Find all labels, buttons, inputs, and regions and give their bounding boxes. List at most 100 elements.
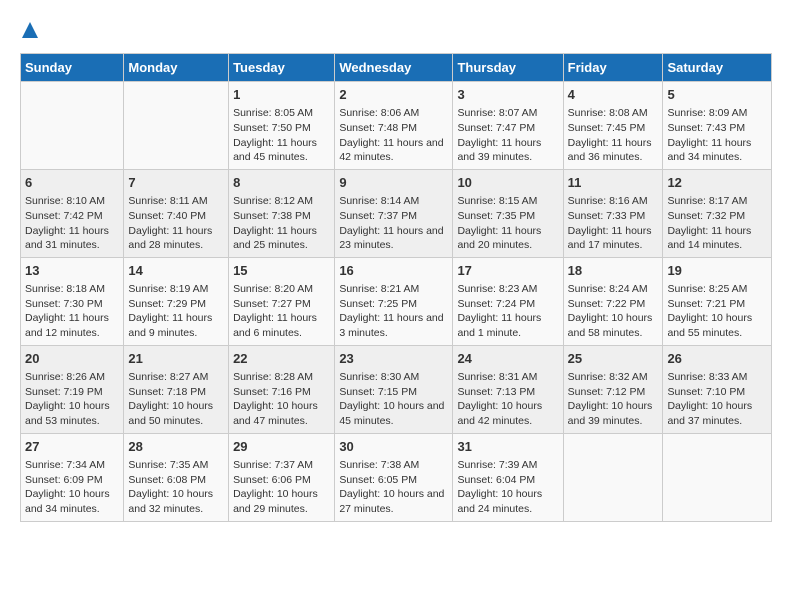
- day-number: 13: [25, 262, 119, 280]
- cell-content: Sunrise: 8:32 AM Sunset: 7:12 PM Dayligh…: [568, 370, 659, 429]
- cell-content: Sunrise: 8:24 AM Sunset: 7:22 PM Dayligh…: [568, 282, 659, 341]
- day-number: 14: [128, 262, 224, 280]
- calendar-cell: 20 Sunrise: 8:26 AM Sunset: 7:19 PM Dayli…: [21, 345, 124, 433]
- calendar-cell: 3 Sunrise: 8:07 AM Sunset: 7:47 PM Daylig…: [453, 82, 563, 170]
- page-header: [20, 20, 772, 43]
- cell-content: Sunrise: 8:31 AM Sunset: 7:13 PM Dayligh…: [457, 370, 558, 429]
- logo-icon: [22, 22, 38, 38]
- cell-content: Sunrise: 8:06 AM Sunset: 7:48 PM Dayligh…: [339, 106, 448, 165]
- calendar-cell: [21, 82, 124, 170]
- cell-content: Sunrise: 8:12 AM Sunset: 7:38 PM Dayligh…: [233, 194, 330, 253]
- calendar-cell: 14 Sunrise: 8:19 AM Sunset: 7:29 PM Dayli…: [124, 257, 229, 345]
- header-cell-sunday: Sunday: [21, 54, 124, 82]
- cell-content: Sunrise: 8:08 AM Sunset: 7:45 PM Dayligh…: [568, 106, 659, 165]
- day-number: 12: [667, 174, 767, 192]
- day-number: 20: [25, 350, 119, 368]
- cell-content: Sunrise: 7:39 AM Sunset: 6:04 PM Dayligh…: [457, 458, 558, 517]
- cell-content: Sunrise: 8:30 AM Sunset: 7:15 PM Dayligh…: [339, 370, 448, 429]
- calendar-cell: 17 Sunrise: 8:23 AM Sunset: 7:24 PM Dayli…: [453, 257, 563, 345]
- calendar-cell: 31 Sunrise: 7:39 AM Sunset: 6:04 PM Dayli…: [453, 433, 563, 521]
- cell-content: Sunrise: 8:14 AM Sunset: 7:37 PM Dayligh…: [339, 194, 448, 253]
- calendar-cell: [124, 82, 229, 170]
- calendar-table: SundayMondayTuesdayWednesdayThursdayFrid…: [20, 53, 772, 522]
- cell-content: Sunrise: 8:11 AM Sunset: 7:40 PM Dayligh…: [128, 194, 224, 253]
- day-number: 29: [233, 438, 330, 456]
- cell-content: Sunrise: 8:33 AM Sunset: 7:10 PM Dayligh…: [667, 370, 767, 429]
- day-number: 24: [457, 350, 558, 368]
- cell-content: Sunrise: 7:34 AM Sunset: 6:09 PM Dayligh…: [25, 458, 119, 517]
- header-cell-thursday: Thursday: [453, 54, 563, 82]
- calendar-cell: 18 Sunrise: 8:24 AM Sunset: 7:22 PM Dayli…: [563, 257, 663, 345]
- calendar-cell: 29 Sunrise: 7:37 AM Sunset: 6:06 PM Dayli…: [229, 433, 335, 521]
- day-number: 28: [128, 438, 224, 456]
- day-number: 15: [233, 262, 330, 280]
- cell-content: Sunrise: 7:35 AM Sunset: 6:08 PM Dayligh…: [128, 458, 224, 517]
- calendar-week-row: 1 Sunrise: 8:05 AM Sunset: 7:50 PM Daylig…: [21, 82, 772, 170]
- day-number: 19: [667, 262, 767, 280]
- cell-content: Sunrise: 8:19 AM Sunset: 7:29 PM Dayligh…: [128, 282, 224, 341]
- cell-content: Sunrise: 8:20 AM Sunset: 7:27 PM Dayligh…: [233, 282, 330, 341]
- calendar-cell: 7 Sunrise: 8:11 AM Sunset: 7:40 PM Daylig…: [124, 169, 229, 257]
- cell-content: Sunrise: 8:07 AM Sunset: 7:47 PM Dayligh…: [457, 106, 558, 165]
- calendar-week-row: 13 Sunrise: 8:18 AM Sunset: 7:30 PM Dayli…: [21, 257, 772, 345]
- day-number: 3: [457, 86, 558, 104]
- day-number: 17: [457, 262, 558, 280]
- calendar-cell: 22Sunrise: 8:28 AM Sunset: 7:16 PM Dayli…: [229, 345, 335, 433]
- calendar-cell: 21Sunrise: 8:27 AM Sunset: 7:18 PM Dayli…: [124, 345, 229, 433]
- calendar-cell: 27 Sunrise: 7:34 AM Sunset: 6:09 PM Dayli…: [21, 433, 124, 521]
- cell-content: Sunrise: 8:26 AM Sunset: 7:19 PM Dayligh…: [25, 370, 119, 429]
- day-number: 5: [667, 86, 767, 104]
- calendar-week-row: 6 Sunrise: 8:10 AM Sunset: 7:42 PM Daylig…: [21, 169, 772, 257]
- day-number: 7: [128, 174, 224, 192]
- calendar-cell: 24 Sunrise: 8:31 AM Sunset: 7:13 PM Dayli…: [453, 345, 563, 433]
- calendar-cell: 1 Sunrise: 8:05 AM Sunset: 7:50 PM Daylig…: [229, 82, 335, 170]
- day-number: 30: [339, 438, 448, 456]
- logo: [20, 20, 38, 43]
- calendar-cell: 16 Sunrise: 8:21 AM Sunset: 7:25 PM Dayli…: [335, 257, 453, 345]
- day-number: 2: [339, 86, 448, 104]
- calendar-cell: 12 Sunrise: 8:17 AM Sunset: 7:32 PM Dayli…: [663, 169, 772, 257]
- day-number: 23: [339, 350, 448, 368]
- header-cell-monday: Monday: [124, 54, 229, 82]
- calendar-cell: 10 Sunrise: 8:15 AM Sunset: 7:35 PM Dayli…: [453, 169, 563, 257]
- cell-content: Sunrise: 8:21 AM Sunset: 7:25 PM Dayligh…: [339, 282, 448, 341]
- calendar-cell: 15 Sunrise: 8:20 AM Sunset: 7:27 PM Dayli…: [229, 257, 335, 345]
- day-number: 18: [568, 262, 659, 280]
- day-number: 25: [568, 350, 659, 368]
- day-number: 11: [568, 174, 659, 192]
- calendar-cell: 25 Sunrise: 8:32 AM Sunset: 7:12 PM Dayli…: [563, 345, 663, 433]
- day-number: 4: [568, 86, 659, 104]
- day-number: 31: [457, 438, 558, 456]
- calendar-cell: 11 Sunrise: 8:16 AM Sunset: 7:33 PM Dayli…: [563, 169, 663, 257]
- calendar-week-row: 27 Sunrise: 7:34 AM Sunset: 6:09 PM Dayli…: [21, 433, 772, 521]
- calendar-cell: 8Sunrise: 8:12 AM Sunset: 7:38 PM Daylig…: [229, 169, 335, 257]
- header-cell-friday: Friday: [563, 54, 663, 82]
- cell-content: Sunrise: 8:15 AM Sunset: 7:35 PM Dayligh…: [457, 194, 558, 253]
- cell-content: Sunrise: 8:05 AM Sunset: 7:50 PM Dayligh…: [233, 106, 330, 165]
- calendar-cell: 26Sunrise: 8:33 AM Sunset: 7:10 PM Dayli…: [663, 345, 772, 433]
- calendar-cell: 30Sunrise: 7:38 AM Sunset: 6:05 PM Dayli…: [335, 433, 453, 521]
- calendar-cell: [663, 433, 772, 521]
- cell-content: Sunrise: 8:18 AM Sunset: 7:30 PM Dayligh…: [25, 282, 119, 341]
- calendar-cell: 9 Sunrise: 8:14 AM Sunset: 7:37 PM Daylig…: [335, 169, 453, 257]
- calendar-body: 1 Sunrise: 8:05 AM Sunset: 7:50 PM Daylig…: [21, 82, 772, 522]
- cell-content: Sunrise: 8:10 AM Sunset: 7:42 PM Dayligh…: [25, 194, 119, 253]
- cell-content: Sunrise: 8:16 AM Sunset: 7:33 PM Dayligh…: [568, 194, 659, 253]
- cell-content: Sunrise: 8:27 AM Sunset: 7:18 PM Dayligh…: [128, 370, 224, 429]
- day-number: 6: [25, 174, 119, 192]
- day-number: 27: [25, 438, 119, 456]
- calendar-cell: 23 Sunrise: 8:30 AM Sunset: 7:15 PM Dayli…: [335, 345, 453, 433]
- calendar-cell: 2 Sunrise: 8:06 AM Sunset: 7:48 PM Daylig…: [335, 82, 453, 170]
- cell-content: Sunrise: 8:23 AM Sunset: 7:24 PM Dayligh…: [457, 282, 558, 341]
- calendar-cell: 6 Sunrise: 8:10 AM Sunset: 7:42 PM Daylig…: [21, 169, 124, 257]
- cell-content: Sunrise: 7:37 AM Sunset: 6:06 PM Dayligh…: [233, 458, 330, 517]
- day-number: 22: [233, 350, 330, 368]
- calendar-cell: 13 Sunrise: 8:18 AM Sunset: 7:30 PM Dayli…: [21, 257, 124, 345]
- day-number: 16: [339, 262, 448, 280]
- calendar-header: SundayMondayTuesdayWednesdayThursdayFrid…: [21, 54, 772, 82]
- calendar-cell: [563, 433, 663, 521]
- cell-content: Sunrise: 8:17 AM Sunset: 7:32 PM Dayligh…: [667, 194, 767, 253]
- day-number: 9: [339, 174, 448, 192]
- day-number: 10: [457, 174, 558, 192]
- day-number: 1: [233, 86, 330, 104]
